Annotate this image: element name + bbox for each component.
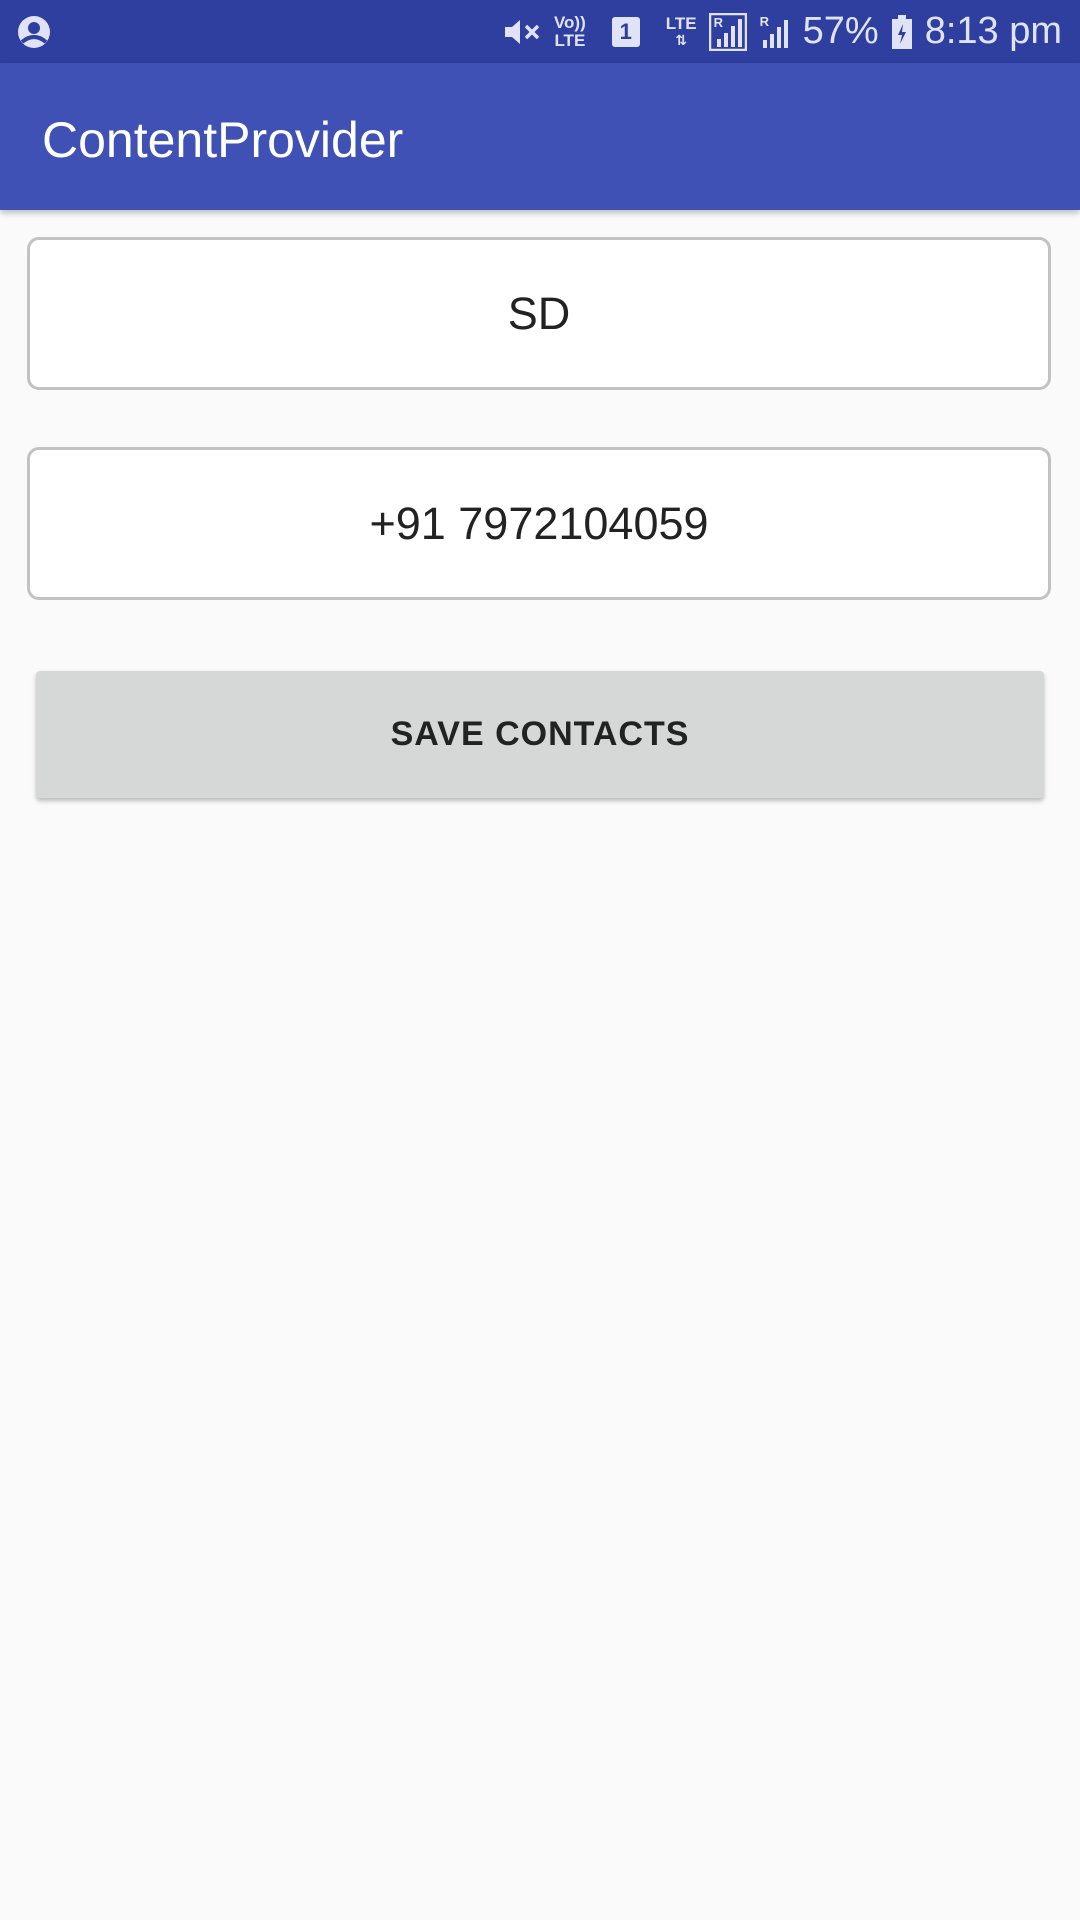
status-icons: Vo)) LTE 1 LTE ⇅ R R 57% 8:13 pm	[502, 0, 1062, 63]
battery-percent: 57%	[802, 10, 879, 52]
name-field-value: SD	[507, 287, 571, 339]
clock: 8:13 pm	[924, 10, 1062, 52]
app-notification-icon	[16, 14, 52, 50]
sim-1-icon: 1	[611, 16, 640, 47]
name-field[interactable]: SD	[27, 237, 1051, 390]
volte-label-bottom: LTE	[554, 30, 586, 50]
volte-label-top: Vo))	[553, 12, 586, 32]
roaming-label-2: R	[759, 13, 770, 29]
signal-icon: R	[759, 14, 791, 50]
save-contacts-button[interactable]: SAVE CONTACTS	[36, 671, 1044, 798]
status-bar: Vo)) LTE 1 LTE ⇅ R R 57% 8:13 pm	[0, 0, 1080, 63]
roaming-label-1: R	[713, 14, 724, 30]
page-title: ContentProvider	[42, 112, 404, 168]
data-arrows-icon: ⇅	[675, 31, 688, 48]
lte-data-icon: LTE ⇅	[665, 13, 697, 48]
sim-label: 1	[619, 18, 632, 44]
signal-icon: R	[708, 12, 747, 51]
save-contacts-label: SAVE CONTACTS	[390, 715, 690, 753]
app-bar: ContentProvider	[0, 63, 1080, 210]
phone-field-value: +91 7972104059	[369, 497, 709, 549]
volte-icon: Vo)) LTE	[553, 12, 586, 50]
battery-icon	[891, 14, 913, 50]
mute-icon	[502, 15, 542, 49]
phone-field[interactable]: +91 7972104059	[27, 447, 1051, 600]
lte-label: LTE	[665, 13, 697, 33]
